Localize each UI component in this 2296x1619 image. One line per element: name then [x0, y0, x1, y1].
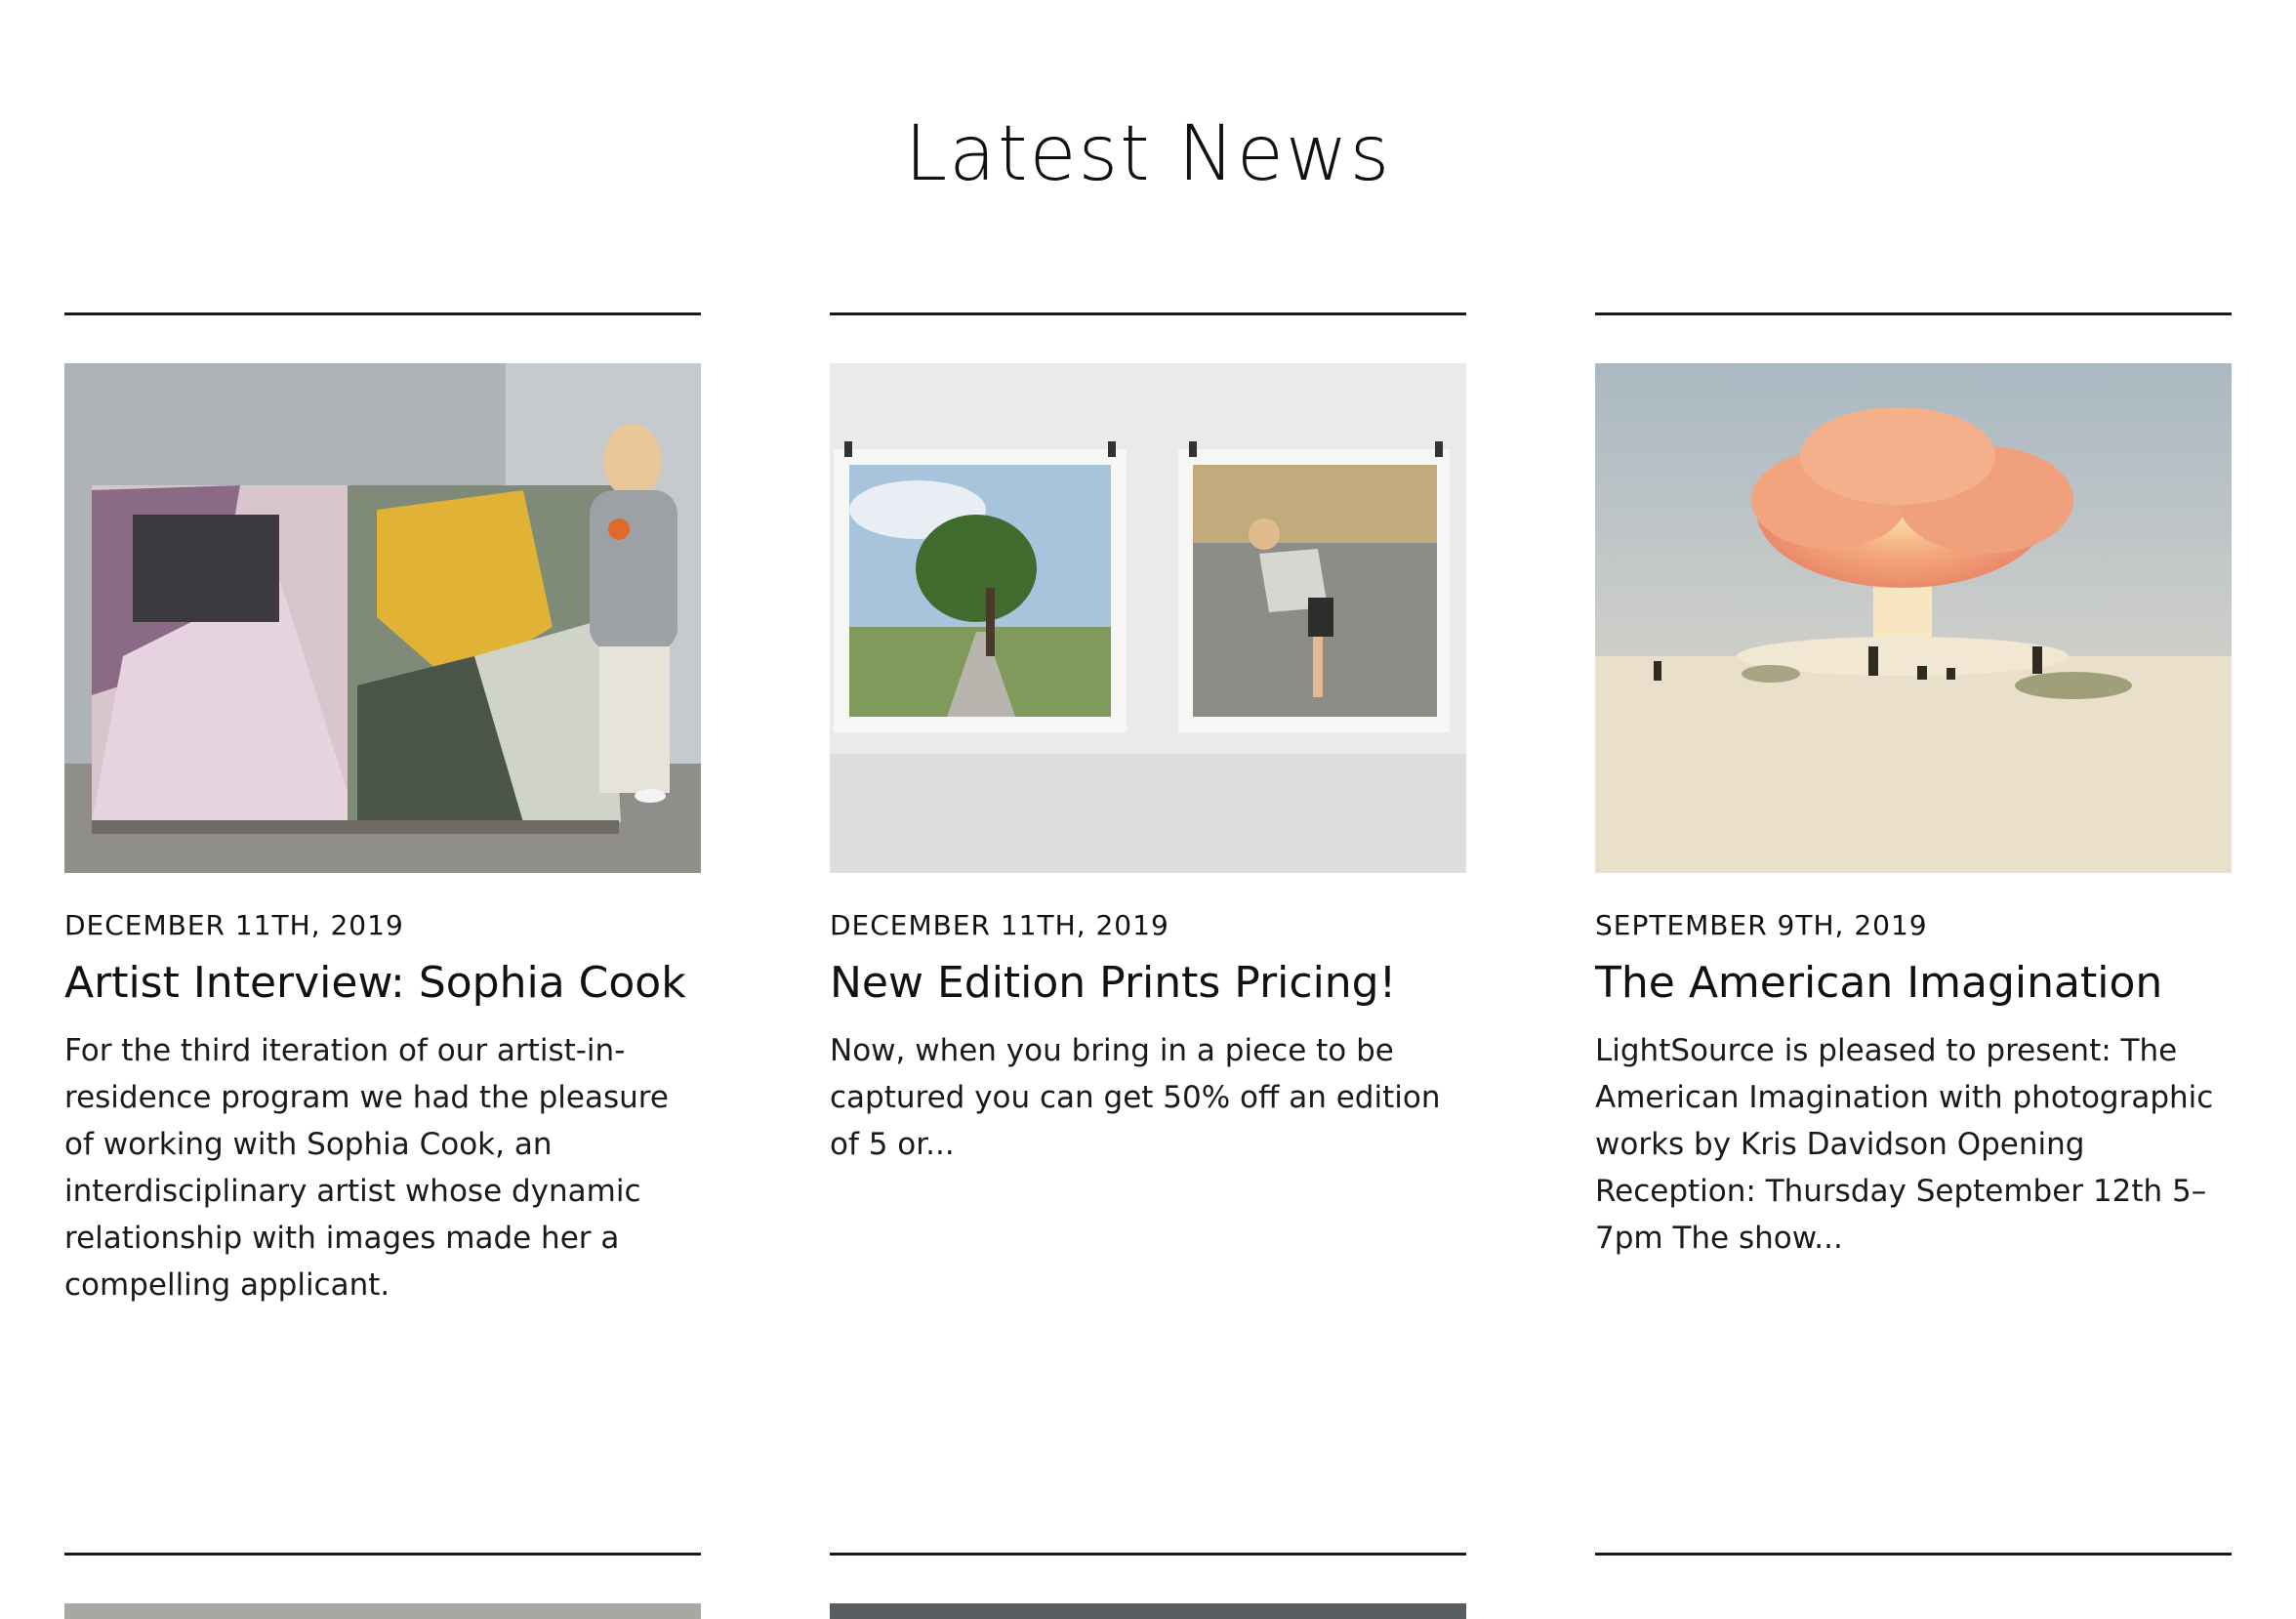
- post-date: DECEMBER 11TH, 2019: [64, 909, 404, 941]
- post-title[interactable]: The American Imagination: [1595, 951, 2232, 1016]
- post-excerpt: Now, when you bring in a piece to be cap…: [830, 1033, 1441, 1162]
- framed-prints-image: [830, 363, 1466, 873]
- post-date: DECEMBER 11TH, 2019: [830, 909, 1169, 941]
- divider: [64, 1553, 701, 1556]
- artist-with-panel-image: [64, 363, 701, 873]
- post-excerpt: LightSource is pleased to present: The A…: [1595, 1033, 2214, 1256]
- news-column-1: DECEMBER 11TH, 2019 Artist Interview: So…: [64, 0, 701, 1619]
- post-thumbnail[interactable]: [1595, 363, 2232, 873]
- post-excerpt: For the third iteration of our artist-in…: [64, 1033, 669, 1303]
- post-title[interactable]: Artist Interview: Sophia Cook: [64, 951, 701, 1016]
- news-card: DECEMBER 11TH, 2019 New Edition Prints P…: [830, 363, 1466, 1168]
- news-card: SEPTEMBER 9TH, 2019 The American Imagina…: [1595, 363, 2232, 1262]
- divider: [830, 312, 1466, 315]
- divider: [830, 1553, 1466, 1556]
- next-post-thumbnail[interactable]: [64, 1603, 701, 1619]
- divider: [1595, 1553, 2232, 1556]
- divider: [1595, 312, 2232, 315]
- news-column-3: SEPTEMBER 9TH, 2019 The American Imagina…: [1595, 0, 2232, 1619]
- post-date: SEPTEMBER 9TH, 2019: [1595, 909, 1928, 941]
- post-title[interactable]: New Edition Prints Pricing!: [830, 951, 1466, 1016]
- divider: [64, 312, 701, 315]
- post-thumbnail[interactable]: [64, 363, 701, 873]
- news-card: DECEMBER 11TH, 2019 Artist Interview: So…: [64, 363, 701, 1308]
- desert-explosion-image: [1595, 363, 2232, 873]
- news-column-2: DECEMBER 11TH, 2019 New Edition Prints P…: [830, 0, 1466, 1619]
- post-thumbnail[interactable]: [830, 363, 1466, 873]
- next-post-thumbnail[interactable]: [830, 1603, 1466, 1619]
